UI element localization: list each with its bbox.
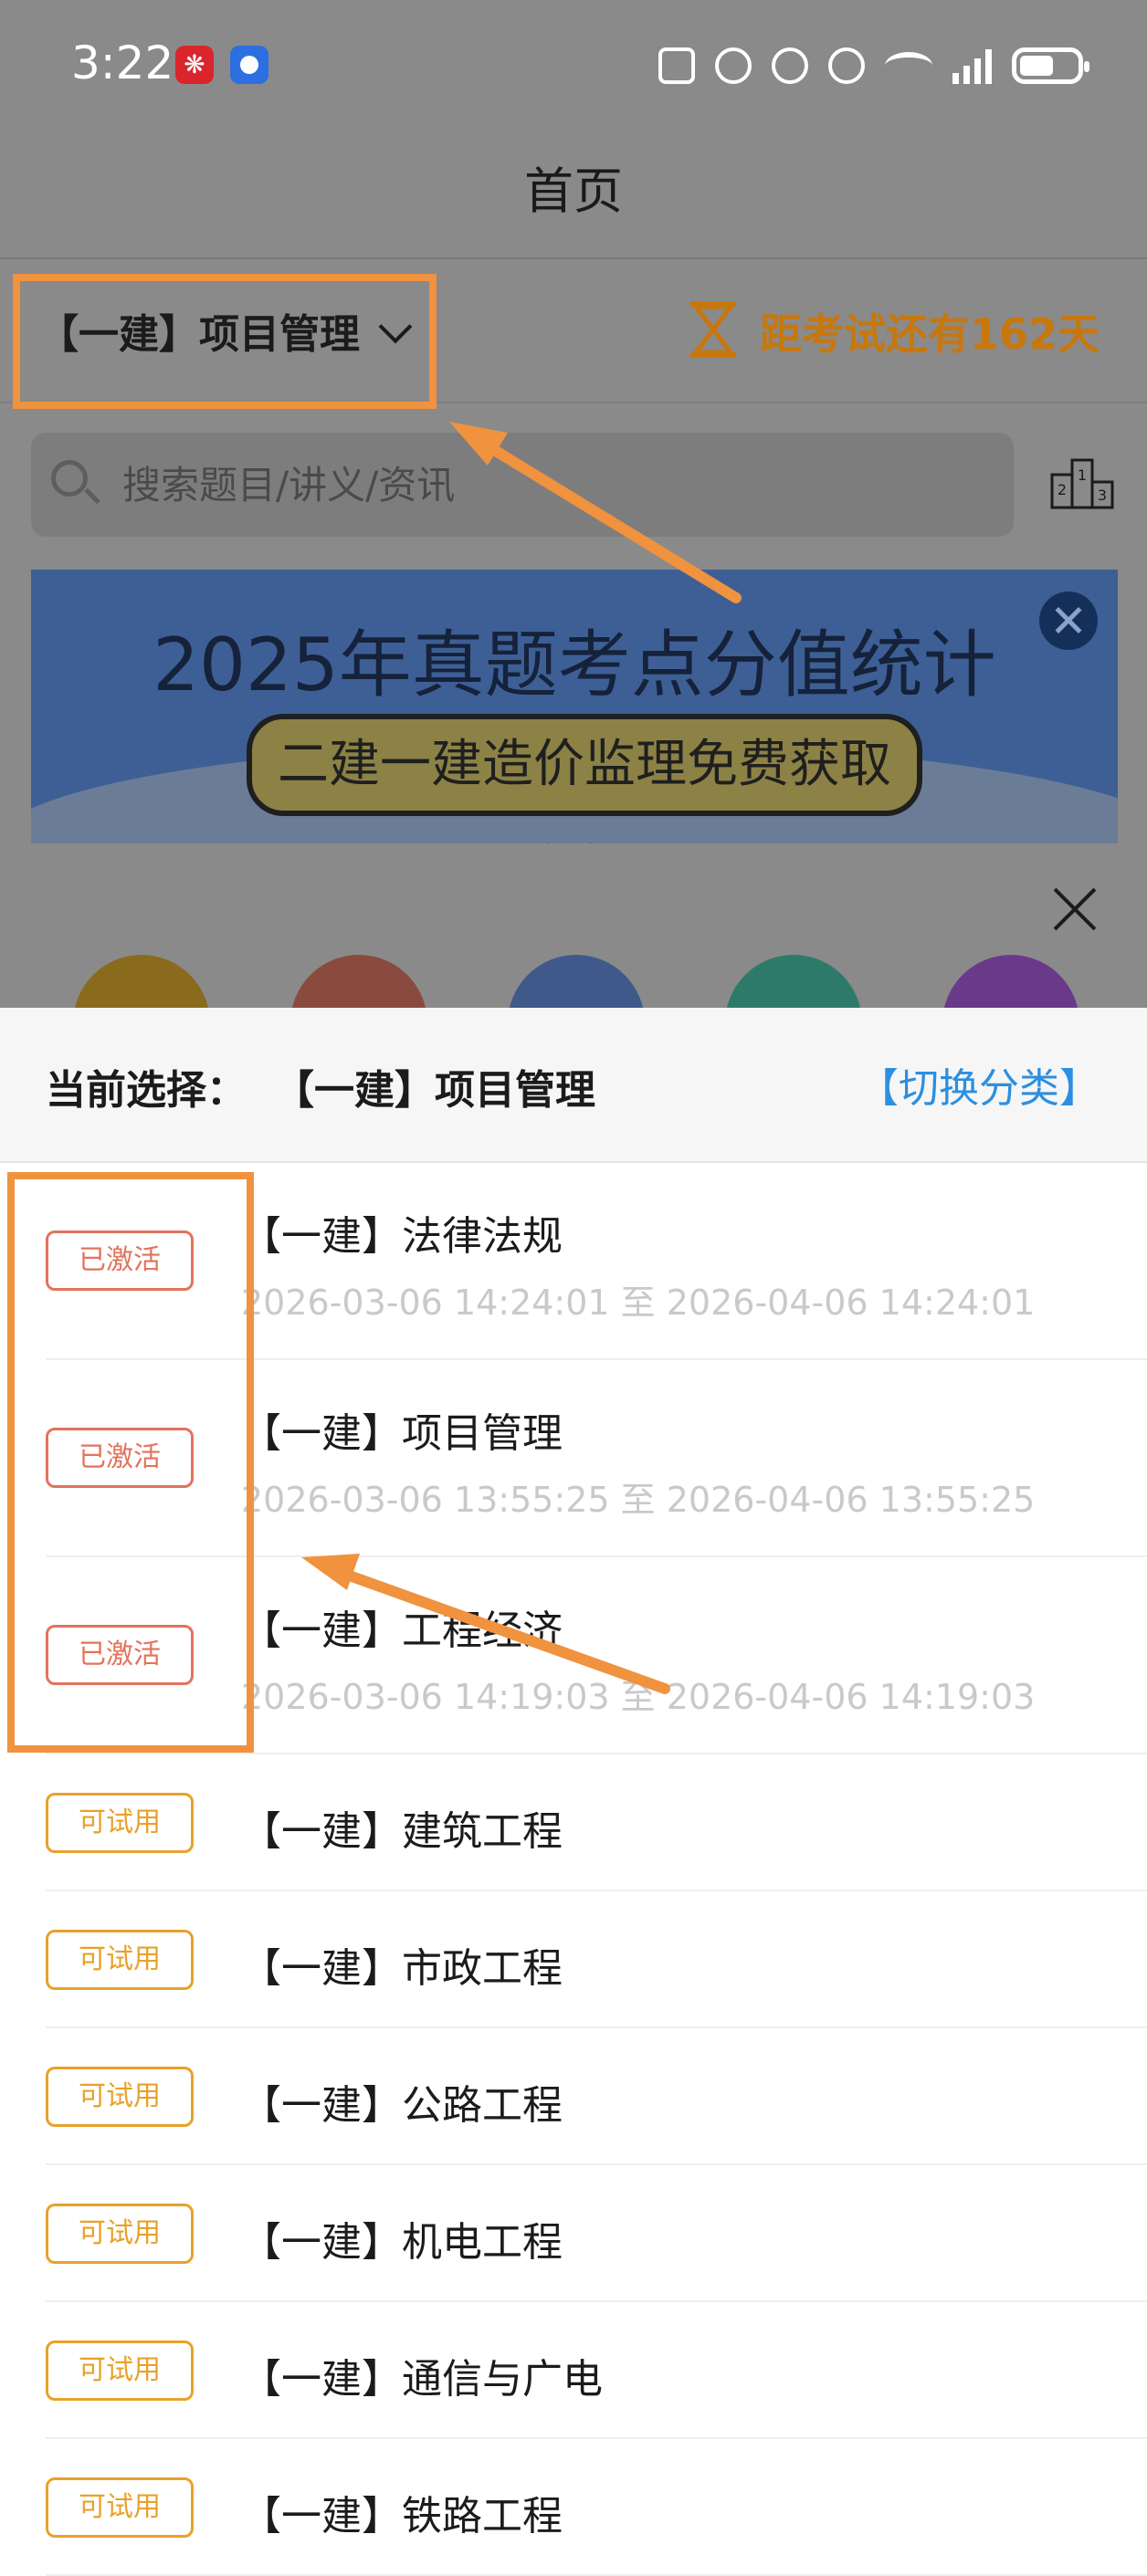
search-input[interactable]: 搜索题目/讲义/资讯: [122, 455, 455, 510]
item-title: 【一建】机电工程: [241, 2219, 563, 2266]
trial-badge: 可试用: [46, 2340, 194, 2401]
highlight-box: [13, 274, 437, 409]
item-validity-period: 2026-03-06 14:24:01 至 2026-04-06 14:24:0…: [241, 1283, 1036, 1323]
list-item[interactable]: 可试用 【一建】公路工程: [0, 2028, 1147, 2165]
current-selection-value: 【一建】项目管理: [274, 1067, 595, 1114]
status-bar: 3:22 ❋: [0, 0, 1147, 128]
list-item[interactable]: 可试用 【一建】建筑工程: [0, 1754, 1147, 1891]
item-title: 【一建】工程经济: [241, 1607, 563, 1654]
category-icon[interactable]: [942, 955, 1079, 1008]
list-item[interactable]: 可试用 【一建】通信与广电: [0, 2302, 1147, 2439]
search-icon: [51, 460, 88, 497]
current-selection-label: 当前选择：: [46, 1067, 247, 1114]
dimmed-home-page[interactable]: 3:22 ❋ 首页 【一建】项目管理 距考试还有162天 搜索题目/讲义/资讯: [0, 0, 1147, 1008]
list-item[interactable]: 可试用 【一建】铁路工程: [0, 2439, 1147, 2576]
banner-subtitle: 二建一建造价监理免费获取>>: [247, 714, 922, 843]
status-time: 3:22: [71, 37, 174, 89]
item-title: 【一建】建筑工程: [241, 1808, 563, 1855]
signal-icon: [952, 47, 992, 84]
category-icon[interactable]: [290, 955, 427, 1008]
status-icons: [658, 40, 1089, 91]
mute-icon: [828, 47, 865, 84]
item-title: 【一建】市政工程: [241, 1945, 563, 1992]
app-notification-icon: [230, 46, 268, 84]
wifi-icon: [885, 52, 932, 79]
list-item[interactable]: 可试用 【一建】机电工程: [0, 2165, 1147, 2302]
trial-badge: 可试用: [46, 1930, 194, 1990]
list-item[interactable]: 可试用 【一建】市政工程: [0, 1891, 1147, 2028]
ranking-icon[interactable]: 2 1 3: [1050, 455, 1114, 509]
item-title: 【一建】法律法规: [241, 1213, 563, 1260]
item-title: 【一建】通信与广电: [241, 2356, 603, 2403]
battery-icon: [1012, 47, 1089, 84]
category-icon[interactable]: [73, 955, 210, 1008]
trial-badge: 可试用: [46, 2067, 194, 2127]
banner-title: 2025年真题考点分值统计: [153, 623, 996, 707]
item-title: 【一建】公路工程: [241, 2082, 563, 2129]
svg-text:3: 3: [1098, 487, 1107, 504]
alarm-icon: [715, 47, 752, 84]
svg-text:2: 2: [1058, 481, 1067, 498]
banner-close-icon[interactable]: [1039, 592, 1098, 650]
trial-badge: 可试用: [46, 2204, 194, 2264]
svg-text:1: 1: [1078, 466, 1087, 484]
category-icon[interactable]: [725, 955, 862, 1008]
trial-badge: 可试用: [46, 2477, 194, 2538]
hourglass-icon: [690, 301, 736, 358]
page-title: 首页: [524, 162, 623, 220]
trial-badge: 可试用: [46, 1793, 194, 1853]
item-title: 【一建】铁路工程: [241, 2493, 563, 2539]
nfc-icon: [658, 47, 695, 84]
item-title: 【一建】项目管理: [241, 1410, 563, 1457]
highlight-box: [7, 1172, 254, 1753]
promo-banner[interactable]: 2025年真题考点分值统计 二建一建造价监理免费获取>>: [31, 570, 1118, 843]
exam-countdown: 距考试还有162天: [760, 309, 1100, 359]
category-icon[interactable]: [508, 955, 645, 1008]
item-validity-period: 2026-03-06 14:19:03 至 2026-04-06 14:19:0…: [241, 1677, 1036, 1717]
divider: [0, 257, 1147, 259]
close-icon[interactable]: [1052, 887, 1098, 933]
app-notification-icon: ❋: [175, 46, 214, 84]
bluetooth-icon: [772, 47, 808, 84]
switch-category-link[interactable]: 【切换分类】: [858, 1055, 1100, 1114]
item-validity-period: 2026-03-06 13:55:25 至 2026-04-06 13:55:2…: [241, 1480, 1036, 1520]
